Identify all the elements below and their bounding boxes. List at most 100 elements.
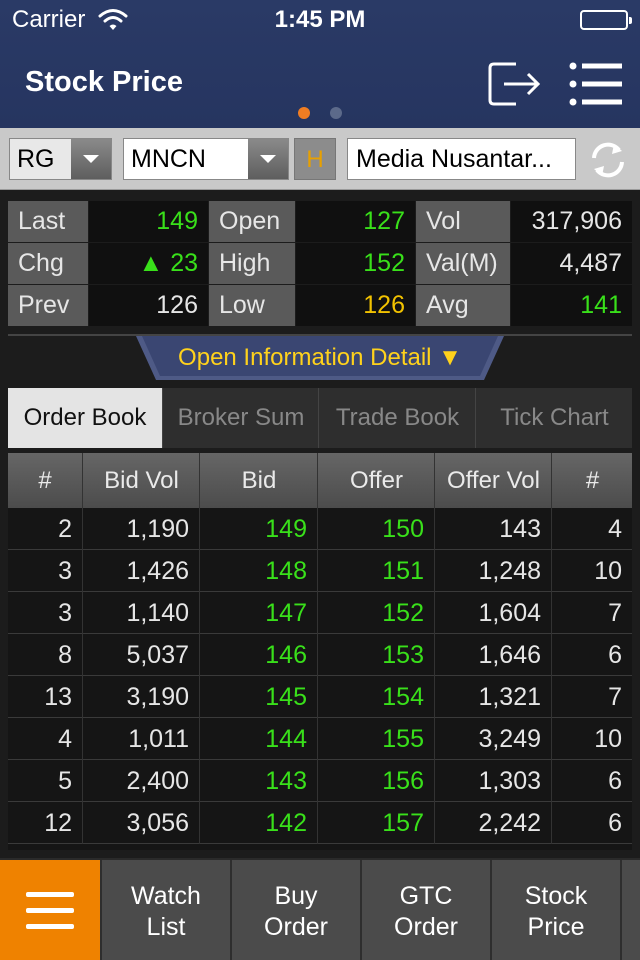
valm-value: 4,487: [511, 243, 632, 284]
bid-vol-cell: 1,011: [84, 718, 200, 760]
board-select[interactable]: RG: [9, 138, 112, 180]
offer-price-cell: 157: [319, 802, 435, 844]
vol-label: Vol: [416, 201, 510, 242]
bid-price-cell: 145: [201, 676, 318, 718]
bid-count-cell: 3: [8, 550, 83, 592]
bottom-navigation: Watch List Buy Order GTC Order Stock Pri…: [0, 858, 640, 960]
h-button[interactable]: H: [294, 138, 336, 180]
list-menu-button[interactable]: [568, 60, 624, 108]
order-book-row[interactable]: 3 1,140 147 152 1,604 7: [8, 592, 632, 634]
col-bid-vol: Bid Vol: [84, 453, 200, 508]
chevron-down-icon[interactable]: [71, 139, 111, 179]
nav-label: Buy: [274, 882, 318, 910]
bid-count-cell: 12: [8, 802, 83, 844]
battery-icon: [580, 10, 632, 30]
bid-count-cell: 13: [8, 676, 83, 718]
open-label: Open: [209, 201, 295, 242]
order-book-row[interactable]: 4 1,011 144 155 3,249 10: [8, 718, 632, 760]
bid-count-cell: 5: [8, 760, 83, 802]
bid-price-cell: 147: [201, 592, 318, 634]
offer-count-cell: 7: [608, 683, 622, 711]
offer-price-cell: 151: [319, 550, 435, 592]
bid-count-cell: 4: [8, 718, 83, 760]
nav-buy-order[interactable]: Buy Order: [230, 860, 360, 960]
bid-vol-cell: 1,190: [84, 508, 200, 550]
bid-vol-cell: 3,056: [84, 802, 200, 844]
offer-vol-cell: 1,646: [436, 634, 552, 676]
tab-order-book[interactable]: Order Book: [8, 388, 163, 448]
nav-watch-list[interactable]: Watch List: [100, 860, 230, 960]
vol-value: 317,906: [511, 201, 632, 242]
tab-broker-sum[interactable]: Broker Sum: [164, 388, 319, 448]
nav-gtc-order[interactable]: GTC Order: [360, 860, 490, 960]
bid-price-cell: 149: [201, 508, 318, 550]
stock-code-select[interactable]: MNCN: [123, 138, 289, 180]
main-menu-button[interactable]: [0, 860, 100, 960]
order-book-row[interactable]: 3 1,426 148 151 1,248 10: [8, 550, 632, 592]
nav-more-partial[interactable]: [620, 860, 640, 960]
bid-count-cell: 8: [8, 634, 83, 676]
bid-vol-cell: 1,140: [84, 592, 200, 634]
order-book-row[interactable]: 12 3,056 142 157 2,242 6: [8, 802, 632, 844]
prev-value: 126: [89, 285, 208, 326]
chg-value: ▲ 23: [89, 243, 208, 284]
detail-tabs: Order Book Broker Sum Trade Book Tick Ch…: [8, 388, 632, 448]
low-value: 126: [296, 285, 415, 326]
bid-price-cell: 146: [201, 634, 318, 676]
chevron-down-icon[interactable]: [248, 139, 288, 179]
col-offer-vol: Offer Vol: [436, 453, 552, 508]
prev-label: Prev: [8, 285, 88, 326]
offer-price-cell: 154: [319, 676, 435, 718]
bid-count-cell: 2: [8, 508, 83, 550]
order-book-row[interactable]: 13 3,190 145 154 1,321 7: [8, 676, 632, 718]
tab-tick-chart[interactable]: Tick Chart: [477, 388, 632, 448]
order-book-row[interactable]: 2 1,190 149 150 143 4: [8, 508, 632, 550]
stock-code-value: MNCN: [131, 145, 206, 173]
offer-count-cell: 6: [608, 641, 622, 669]
offer-count-cell: 4: [608, 515, 622, 543]
offer-count-cell: 7: [608, 599, 622, 627]
nav-label: Order: [394, 913, 458, 941]
high-label: High: [209, 243, 295, 284]
col-offer: Offer: [319, 453, 435, 508]
nav-label: Price: [527, 913, 585, 941]
page-dot-active: [298, 107, 310, 119]
bid-price-cell: 144: [201, 718, 318, 760]
refresh-button[interactable]: [588, 141, 628, 179]
board-value: RG: [10, 139, 71, 179]
nav-stock-price[interactable]: Stock Price: [490, 860, 620, 960]
status-bar: Carrier 1:45 PM: [0, 0, 640, 40]
col-bid-count: #: [8, 453, 83, 508]
order-book-row[interactable]: 5 2,400 143 156 1,303 6: [8, 760, 632, 802]
bid-vol-cell: 2,400: [84, 760, 200, 802]
offer-price-cell: 156: [319, 760, 435, 802]
logout-icon: [488, 62, 541, 106]
open-information-detail-button[interactable]: Open Information Detail ▼: [136, 336, 504, 380]
avg-value: 141: [511, 285, 632, 326]
order-book-row[interactable]: 8 5,037 146 153 1,646 6: [8, 634, 632, 676]
offer-vol-cell: 3,249: [436, 718, 552, 760]
nav-label: GTC: [399, 882, 453, 910]
offer-vol-cell: 2,242: [436, 802, 552, 844]
app-header: Carrier 1:45 PM Stock Price: [0, 0, 640, 128]
page-indicator: [0, 107, 640, 119]
stock-name-field: Media Nusantar...: [347, 138, 576, 180]
order-book-header: # Bid Vol Bid Offer Offer Vol #: [8, 453, 632, 508]
quote-summary: Last 149 Open 127 Vol 317,906 Chg ▲ 23 H…: [8, 201, 632, 327]
chg-label: Chg: [8, 243, 88, 284]
avg-label: Avg: [416, 285, 510, 326]
bid-vol-cell: 5,037: [84, 634, 200, 676]
stock-selector-bar: RG MNCN H Media Nusantar...: [0, 128, 640, 190]
list-menu-icon: [569, 62, 622, 106]
offer-count-cell: 10: [594, 557, 622, 585]
open-information-detail-label: Open Information Detail ▼: [178, 344, 462, 371]
offer-count-cell: 6: [608, 809, 622, 837]
col-bid: Bid: [201, 453, 318, 508]
offer-price-cell: 153: [319, 634, 435, 676]
tab-trade-book[interactable]: Trade Book: [320, 388, 476, 448]
offer-count-cell: 10: [594, 725, 622, 753]
page-dot[interactable]: [330, 107, 342, 119]
last-label: Last: [8, 201, 88, 242]
logout-button[interactable]: [486, 58, 544, 110]
bid-vol-cell: 1,426: [84, 550, 200, 592]
